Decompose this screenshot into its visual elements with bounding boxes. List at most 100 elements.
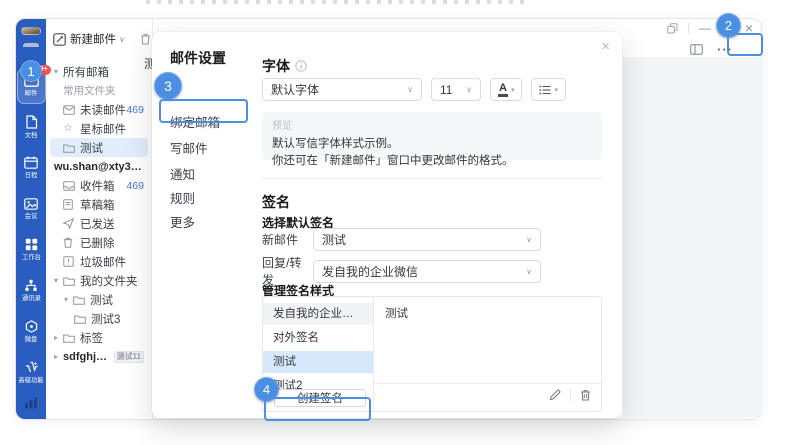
folder-myfolders-test[interactable]: ▾ 测试 <box>50 290 148 309</box>
meeting-icon <box>24 198 38 210</box>
folder-junk[interactable]: 垃圾邮件 <box>50 252 148 271</box>
folder-icon <box>74 314 86 324</box>
folder-inbox[interactable]: 收件箱 469 <box>50 176 148 195</box>
folder-starred[interactable]: ☆ 星标邮件 <box>50 119 148 138</box>
minimize-button[interactable]: — <box>699 22 711 34</box>
rail-item-contacts[interactable]: 通讯录 <box>18 274 45 308</box>
avatar[interactable] <box>21 27 41 35</box>
folder-sent[interactable]: 已发送 <box>50 214 148 233</box>
reading-pane <box>623 57 762 418</box>
signature-item-test[interactable]: 测试 <box>263 351 373 373</box>
signature-section-heading: 签名 <box>262 192 290 212</box>
folder-group-all[interactable]: ▾ 所有邮箱 <box>50 62 148 81</box>
chevron-down-icon: ∨ <box>399 85 413 94</box>
advanced-features-icon <box>25 361 38 374</box>
rail-item-advanced[interactable]: 高级功能 <box>18 356 45 390</box>
workspace-icon <box>25 238 38 251</box>
inbox-icon <box>63 181 75 191</box>
unread-count: 469 <box>126 104 144 116</box>
chevron-down-icon: ▾ <box>511 86 515 94</box>
draft-icon <box>63 199 75 210</box>
mail-unread-icon <box>63 105 75 115</box>
drive-icon <box>25 320 38 333</box>
mail-settings-modal: × 邮件设置 绑定邮箱 写邮件 通知 规则 更多 字体 默认字体 ∨ 11 ∨ <box>152 32 622 418</box>
signature-item-wecom[interactable]: 发自我的企业微信 <box>263 303 373 325</box>
rail-item-workspace[interactable]: 工作台 <box>18 233 45 267</box>
compose-button[interactable]: 新建邮件 <box>70 31 116 47</box>
chevron-down-icon: ∨ <box>458 85 472 94</box>
folder-icon <box>63 276 75 286</box>
footer-divider <box>570 389 571 401</box>
new-mail-label: 新邮件 <box>262 231 313 248</box>
folder-icon <box>73 295 85 305</box>
font-preview-box: 预览 默认写信字体样式示例。 你还可在「新建邮件」窗口中更改邮件的格式。 <box>262 112 602 160</box>
folder-test-selected[interactable]: 测试 <box>50 138 148 157</box>
new-mail-signature-select[interactable]: 测试 ∨ <box>313 228 541 251</box>
signature-item-external[interactable]: 对外签名 <box>263 327 373 349</box>
junk-icon <box>63 256 75 267</box>
rail-item-docs[interactable]: 文档 <box>18 110 45 144</box>
rail-hidden-icon <box>23 43 39 47</box>
font-color-button[interactable]: A ▾ <box>490 78 522 101</box>
screenshot-root: | — × ··· 99+ 邮件 <box>0 0 787 445</box>
nav-more[interactable]: 更多 <box>170 212 195 231</box>
folder-labels[interactable]: ▸ 标签 <box>50 328 148 347</box>
step-1-marker: 1 <box>20 60 42 82</box>
inbox-count: 469 <box>126 180 144 192</box>
preview-label: 预览 <box>272 117 592 132</box>
step-2-highlight-rect <box>727 33 763 56</box>
compose-dropdown-caret[interactable]: ∨ <box>119 35 125 44</box>
folder-pane: 新建邮件 ∨ ▾ 所有邮箱 常用文件夹 未读邮件 <box>46 19 153 419</box>
stats-icon[interactable] <box>24 397 38 409</box>
contacts-icon <box>24 279 38 292</box>
account-row-wushan[interactable]: wu.shan@xty321.... <box>50 157 148 176</box>
docs-icon <box>25 115 38 129</box>
panel-footer-divider <box>374 383 601 384</box>
send-icon <box>63 218 75 229</box>
titlebar-divider: | <box>687 22 690 34</box>
chevron-down-icon: ∨ <box>518 235 532 244</box>
account-row-sdfghjl[interactable]: ▸ sdfghjl@xt... 测试11 <box>50 347 148 366</box>
signature-preview-text: 测试 <box>385 305 408 321</box>
rail-item-meeting[interactable]: 会议 <box>18 192 45 226</box>
chevron-down-icon: ▾ <box>554 86 558 94</box>
rail-item-calendar[interactable]: 日程 <box>18 151 45 185</box>
rail-item-drive[interactable]: 微盘 <box>18 315 45 349</box>
nav-rules[interactable]: 规则 <box>170 188 195 207</box>
folder-unread[interactable]: 未读邮件 469 <box>50 100 148 119</box>
signature-manager-panel: 发自我的企业微信 对外签名 测试 测试2 测试 创建签名 <box>262 296 602 412</box>
preview-line2: 你还可在「新建邮件」窗口中更改邮件的格式。 <box>272 152 592 168</box>
trash-icon <box>63 237 75 248</box>
nav-notifications[interactable]: 通知 <box>170 164 195 183</box>
delete-mail-icon[interactable] <box>140 33 151 45</box>
label-folder-icon <box>63 333 75 343</box>
list-format-button[interactable]: ▾ <box>531 78 566 101</box>
edit-signature-icon[interactable] <box>549 389 561 401</box>
star-icon: ☆ <box>63 123 75 134</box>
cropped-text-fragment <box>146 0 526 4</box>
font-size-select[interactable]: 11 ∨ <box>431 78 481 101</box>
folder-icon <box>63 143 75 153</box>
folder-drafts[interactable]: 草稿箱 <box>50 195 148 214</box>
folder-myfolders[interactable]: ▾ 我的文件夹 <box>50 271 148 290</box>
folder-myfolders-test3[interactable]: 测试3 <box>50 309 148 328</box>
folder-subheader-common: 常用文件夹 <box>50 81 148 100</box>
delete-signature-icon[interactable] <box>580 389 591 401</box>
account-tag: 测试11 <box>114 351 144 363</box>
compose-icon[interactable] <box>53 33 66 46</box>
folder-deleted[interactable]: 已删除 <box>50 233 148 252</box>
calendar-icon <box>24 156 38 169</box>
list-icon <box>539 85 551 95</box>
info-icon[interactable] <box>295 60 307 72</box>
font-family-select[interactable]: 默认字体 ∨ <box>262 78 422 101</box>
section-divider <box>262 178 602 179</box>
modal-title: 邮件设置 <box>170 48 226 68</box>
step-3-marker: 3 <box>154 72 182 100</box>
font-section-heading: 字体 <box>262 56 290 76</box>
nav-compose-mail[interactable]: 写邮件 <box>170 138 208 157</box>
step-4-highlight-rect <box>264 397 371 421</box>
reply-signature-select[interactable]: 发自我的企业微信 ∨ <box>313 260 541 283</box>
reading-layout-icon[interactable] <box>690 44 703 55</box>
popout-icon[interactable] <box>667 23 678 34</box>
step-3-highlight-rect <box>159 99 248 123</box>
